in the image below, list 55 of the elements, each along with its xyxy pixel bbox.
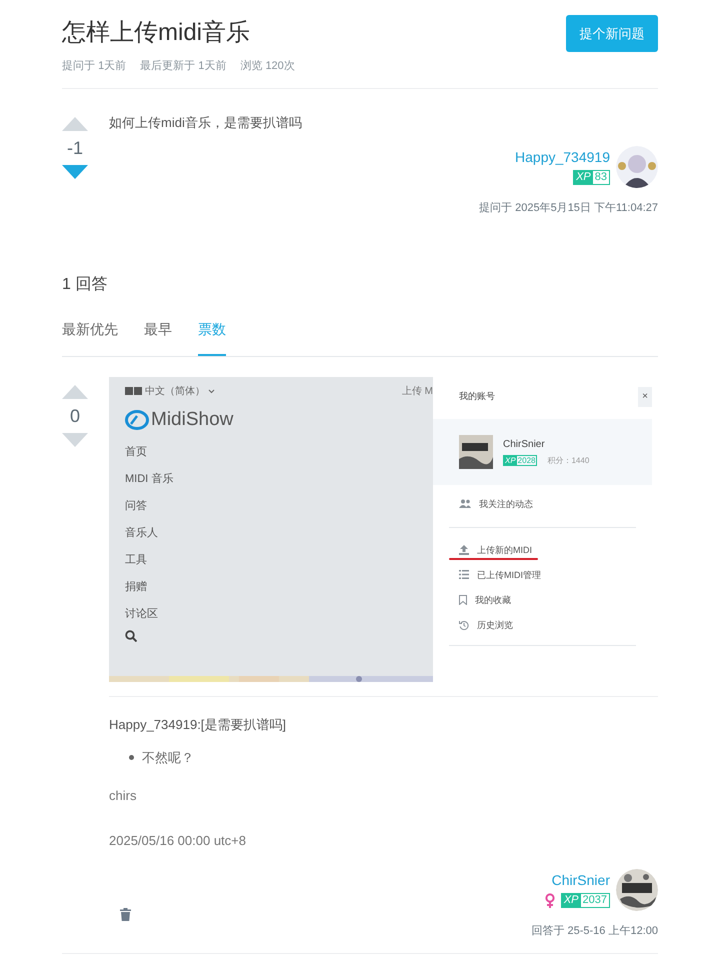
- sort-tab[interactable]: 最新优先: [62, 318, 118, 356]
- nav-item[interactable]: 音乐人: [125, 526, 417, 540]
- nav-link[interactable]: 上传 M: [402, 384, 433, 398]
- post-timestamp: 回答于 25-5-16 上午12:00: [531, 924, 658, 938]
- panel-title: 我的账号: [459, 390, 495, 403]
- logo-text: MidiShow: [151, 408, 234, 430]
- nav-item[interactable]: MIDI 音乐: [125, 472, 417, 486]
- meta-text: 浏览 120次: [240, 58, 295, 74]
- bullet-icon: [129, 755, 134, 760]
- avatar[interactable]: [616, 868, 658, 910]
- xp-badge: XP 2037: [560, 892, 610, 908]
- meta-text: 提问于 1天前: [62, 59, 126, 74]
- nav-item[interactable]: 首页: [125, 444, 417, 460]
- search-icon[interactable]: [125, 630, 137, 642]
- points-text: 积分：1440: [547, 454, 590, 466]
- bookmark-icon: [459, 594, 467, 604]
- delete-icon[interactable]: [120, 908, 131, 921]
- answers-heading: 1 回答: [62, 274, 108, 294]
- vote-count: -1: [66, 136, 83, 158]
- list-icon: [459, 570, 469, 579]
- question-title: 怎样上传midi音乐: [62, 18, 252, 48]
- menu-item[interactable]: 已上传MIDI管理: [477, 568, 541, 580]
- translate-icon: [125, 387, 142, 395]
- chevron-down-icon: [208, 388, 215, 394]
- history-icon: [459, 620, 469, 630]
- username-link[interactable]: Happy_734919: [515, 148, 610, 166]
- users-icon: [459, 499, 471, 508]
- nav-item[interactable]: 捐赠: [125, 580, 417, 594]
- meta-text: 最后更新于 1天前: [140, 58, 226, 74]
- menu-item[interactable]: 历史浏览: [477, 618, 513, 630]
- avatar[interactable]: [616, 146, 658, 188]
- list-item: 不然呢？: [142, 749, 194, 767]
- avatar: [459, 434, 493, 468]
- xp-badge: XP 2028: [503, 455, 538, 466]
- nav-item[interactable]: 讨论区: [125, 606, 417, 622]
- upload-icon: [459, 544, 469, 554]
- date-text: 2025/05/16 00:00 utc+8: [109, 832, 247, 850]
- quote-text: Happy_734919:[是需要扒谱吗]: [109, 716, 288, 734]
- language-selector[interactable]: 中文（简体）: [145, 384, 205, 398]
- close-button[interactable]: ×: [638, 386, 652, 406]
- question-body: 如何上传midi音乐，是需要扒谱吗: [109, 114, 303, 132]
- vote-count: 0: [70, 404, 80, 426]
- logo-icon: [125, 410, 149, 430]
- xp-badge: XP 83: [573, 170, 610, 185]
- sort-tab[interactable]: 最早: [144, 318, 172, 356]
- menu-item[interactable]: 上传新的MIDI: [477, 544, 532, 556]
- nav-item[interactable]: 问答: [125, 498, 417, 514]
- downvote-icon[interactable]: [62, 164, 88, 178]
- post-timestamp: 提问于 2025年5月15日 下午11:04:27: [479, 201, 658, 216]
- menu-item[interactable]: 我关注的动态: [479, 498, 533, 510]
- username: ChirSnier: [503, 438, 546, 452]
- username-link[interactable]: ChirSnier: [552, 870, 610, 888]
- signature-text: chirs: [109, 786, 138, 804]
- menu-item[interactable]: 我的收藏: [475, 594, 511, 606]
- nav-item[interactable]: 工具: [125, 552, 417, 568]
